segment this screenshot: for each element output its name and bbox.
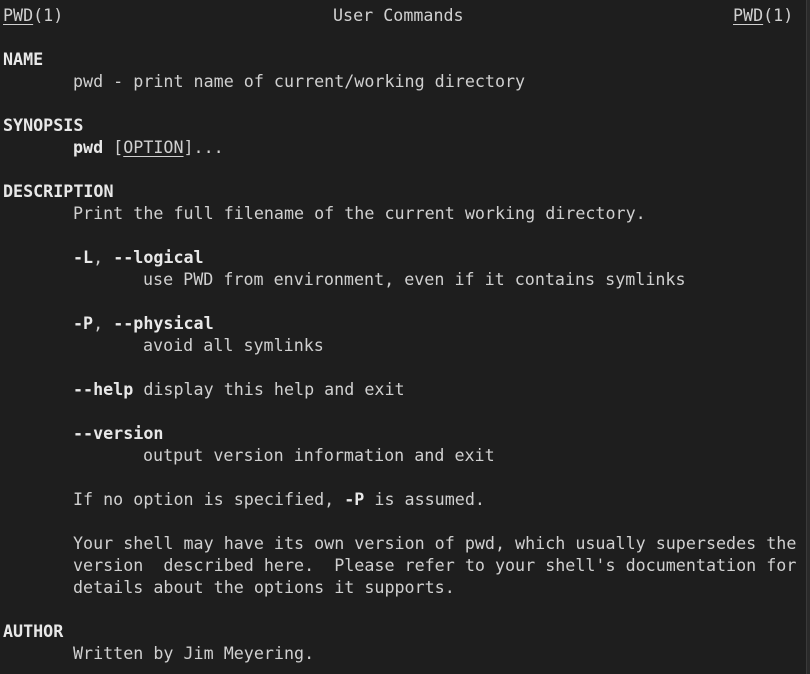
default-option-note: If no option is specified, -P is assumed… — [73, 488, 485, 510]
section-heading-description: DESCRIPTION — [3, 181, 114, 201]
option-physical-sep: , — [93, 313, 114, 333]
option-logical-desc: use PWD from environment, even if it con… — [143, 269, 686, 289]
man-header-left: PWD(1) — [3, 4, 63, 26]
option-physical-short: -P — [73, 313, 94, 333]
option-help-desc: display this help and exit — [133, 379, 405, 399]
name-text: pwd - print name of current/working dire… — [73, 71, 526, 91]
synopsis-option: OPTION — [123, 137, 184, 157]
option-physical-long: --physical — [113, 313, 214, 333]
option-logical: -L, --logical — [73, 246, 204, 268]
shell-note-line-1: Your shell may have its own version of p… — [73, 533, 797, 553]
default-note-pre: If no option is specified, — [73, 489, 345, 509]
header-right-cmd: PWD — [733, 5, 764, 25]
description-intro: Print the full filename of the current w… — [73, 203, 646, 223]
shell-note-line-2: version described here. Please refer to … — [73, 555, 797, 575]
option-version: --version — [73, 422, 163, 444]
option-physical-desc: avoid all symlinks — [143, 335, 324, 355]
header-right-section: (1) — [763, 5, 794, 25]
option-logical-sep: , — [93, 247, 114, 267]
option-version-desc: output version information and exit — [143, 445, 495, 465]
man-header-right: PWD(1) — [733, 4, 793, 26]
section-heading-name: NAME — [3, 49, 44, 69]
section-heading-author: AUTHOR — [3, 621, 64, 641]
header-left-cmd: PWD — [3, 5, 34, 25]
option-version-flag: --version — [73, 423, 164, 443]
synopsis-line: pwd [OPTION]... — [73, 136, 224, 158]
author-text: Written by Jim Meyering. — [73, 643, 315, 663]
option-help-flag: --help — [73, 379, 134, 399]
default-note-flag: -P — [344, 489, 365, 509]
shell-note-line-3: details about the options it supports. — [73, 577, 455, 597]
man-header-center: User Commands — [333, 5, 464, 25]
section-heading-synopsis: SYNOPSIS — [3, 115, 84, 135]
header-left-section: (1) — [33, 5, 64, 25]
option-help: --help display this help and exit — [73, 378, 405, 400]
option-logical-short: -L — [73, 247, 94, 267]
synopsis-close: ]... — [183, 137, 224, 157]
option-logical-long: --logical — [113, 247, 204, 267]
default-note-post: is assumed. — [364, 489, 485, 509]
option-physical: -P, --physical — [73, 312, 214, 334]
synopsis-open-bracket: [ — [103, 137, 124, 157]
terminal-window[interactable]: PWD(1) User Commands PWD(1) NAME pwd - p… — [0, 0, 807, 674]
synopsis-command: pwd — [73, 137, 104, 157]
